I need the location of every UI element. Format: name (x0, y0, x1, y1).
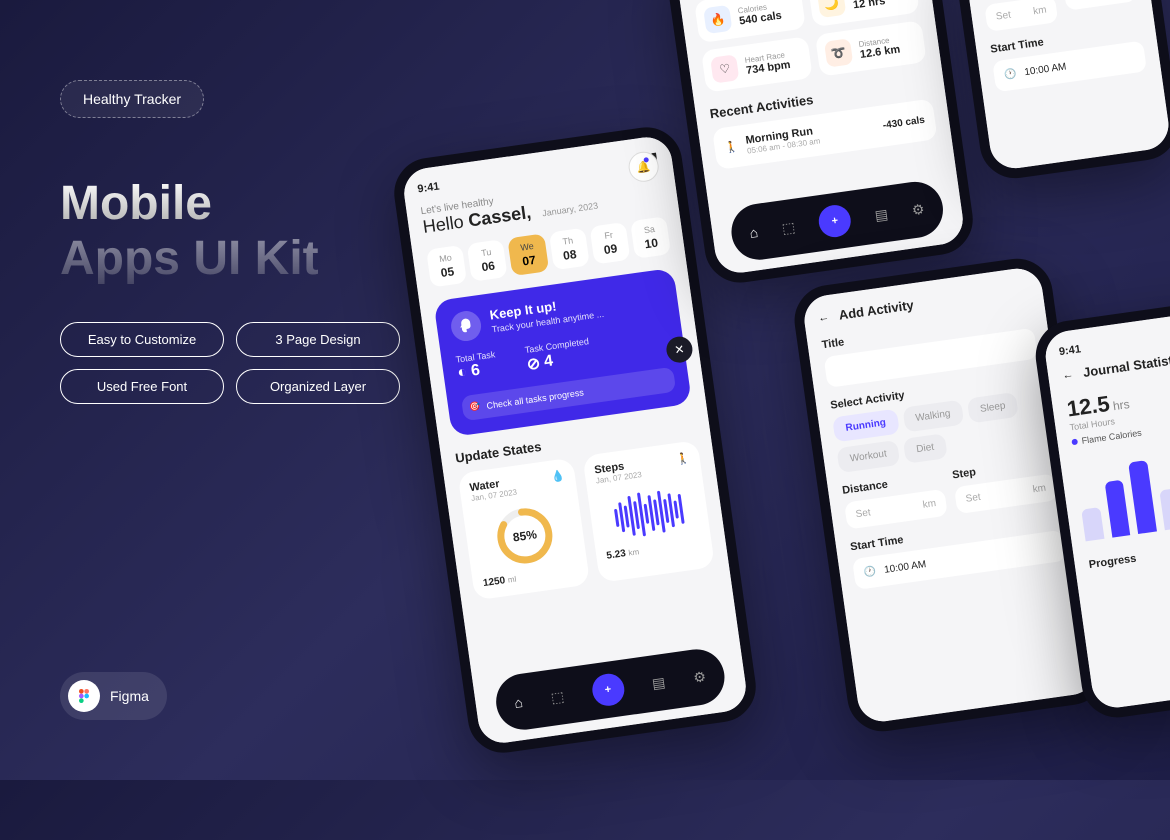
water-icon: 💧 (550, 469, 565, 484)
nav-add-button[interactable]: + (817, 203, 853, 239)
legend-dot-icon (1071, 439, 1078, 446)
nav-add-button[interactable]: + (590, 672, 626, 708)
product-badge: Healthy Tracker (60, 80, 204, 118)
walk-icon: 🚶 (675, 451, 690, 466)
status-time: 9:41 (417, 180, 441, 196)
day-cell[interactable]: Th08 (548, 228, 589, 271)
steps-card[interactable]: Steps Jan, 07 2023 🚶 5.23 km (582, 440, 715, 583)
walk-icon: 🚶 (724, 140, 739, 155)
journal-chart (1075, 441, 1170, 541)
nav-home-icon[interactable]: ⌂ (748, 224, 759, 241)
route-icon: ➰ (824, 38, 853, 67)
heart-icon: ♡ (710, 54, 739, 83)
nav-home-icon[interactable]: ⌂ (513, 694, 524, 711)
feature-pill: Organized Layer (236, 369, 400, 404)
nav-settings-icon[interactable]: ⚙ (692, 668, 707, 687)
step-input[interactable]: Setkm (954, 473, 1058, 514)
phone-stats: Progress 🔥Calories540 cals 🌙Sleep12 hrs … (663, 0, 978, 287)
feature-pill: Used Free Font (60, 369, 224, 404)
chip-walking[interactable]: Walking (902, 400, 964, 433)
close-icon: ✕ (673, 341, 685, 356)
recent-calories: -430 cals (882, 115, 925, 132)
chip-running[interactable]: Running (832, 409, 899, 443)
day-cell[interactable]: Fr09 (589, 222, 630, 265)
calories-tile[interactable]: 🔥Calories540 cals (694, 0, 806, 43)
feature-pill: Easy to Customize (60, 322, 224, 357)
add-activity-title: Add Activity (838, 297, 915, 322)
legend-label: Flame Calories (1081, 428, 1142, 446)
distance-tile[interactable]: ➰Distance12.6 km (815, 20, 927, 76)
back-icon[interactable]: ← (1062, 368, 1075, 381)
figma-label: Figma (110, 688, 149, 704)
feature-pill: 3 Page Design (236, 322, 400, 357)
phone-distance: Distance Setkm kmSet Start Time 🕐 10:00 … (953, 0, 1170, 183)
water-card[interactable]: Water Jan, 07 2023 💧 85% 1250 ml (458, 458, 591, 601)
nav-chart-icon[interactable]: ⬚ (550, 688, 565, 707)
headline-2: Apps UI Kit (60, 233, 400, 286)
head-icon (449, 309, 483, 343)
day-cell[interactable]: Tu06 (467, 239, 508, 282)
journal-progress-label: Progress (1088, 538, 1170, 571)
moon-icon: 🌙 (817, 0, 846, 18)
bottom-nav: ⌂ ⬚ + ▤ ⚙ (728, 178, 946, 263)
km-input[interactable]: kmSet (1063, 0, 1137, 11)
hero-card: Keep It up! Track your health anytime ..… (433, 268, 692, 437)
day-cell[interactable]: Sa10 (630, 216, 671, 259)
total-task-value: 6 (470, 362, 481, 381)
greeting-date: January, 2023 (542, 201, 599, 219)
back-icon[interactable]: ← (817, 311, 830, 324)
nav-notes-icon[interactable]: ▤ (874, 205, 889, 224)
clock-icon: 🕐 (1003, 68, 1017, 81)
nav-settings-icon[interactable]: ⚙ (911, 200, 926, 219)
moon-icon: ◐ (456, 363, 468, 382)
hero-close-button[interactable]: ✕ (665, 334, 694, 363)
day-cell[interactable]: Mo05 (426, 245, 467, 288)
heart-tile[interactable]: ♡Heart Race734 bpm (701, 36, 813, 92)
figma-icon (68, 680, 100, 712)
nav-chart-icon[interactable]: ⬚ (781, 218, 796, 237)
target-icon: 🎯 (469, 401, 482, 413)
steps-chart (598, 482, 700, 545)
clock-icon: 🕐 (863, 566, 877, 579)
fire-icon: 🔥 (703, 5, 732, 34)
chip-sleep[interactable]: Sleep (967, 392, 1020, 424)
journal-title: Journal Statistic (1082, 351, 1170, 380)
day-cell-active[interactable]: We07 (508, 233, 549, 276)
feature-pills: Easy to Customize 3 Page Design Used Fre… (60, 322, 400, 404)
figma-badge: Figma (60, 672, 167, 720)
check-icon: ⊘ (526, 353, 542, 375)
task-done-value: 4 (543, 352, 554, 371)
distance-input[interactable]: Setkm (984, 0, 1058, 32)
bottom-nav: ⌂ ⬚ + ▤ ⚙ (493, 646, 728, 733)
headline-1: Mobile (60, 178, 400, 231)
nav-notes-icon[interactable]: ▤ (651, 673, 666, 692)
water-percent: 85% (491, 502, 559, 570)
distance-input[interactable]: Setkm (844, 489, 948, 530)
